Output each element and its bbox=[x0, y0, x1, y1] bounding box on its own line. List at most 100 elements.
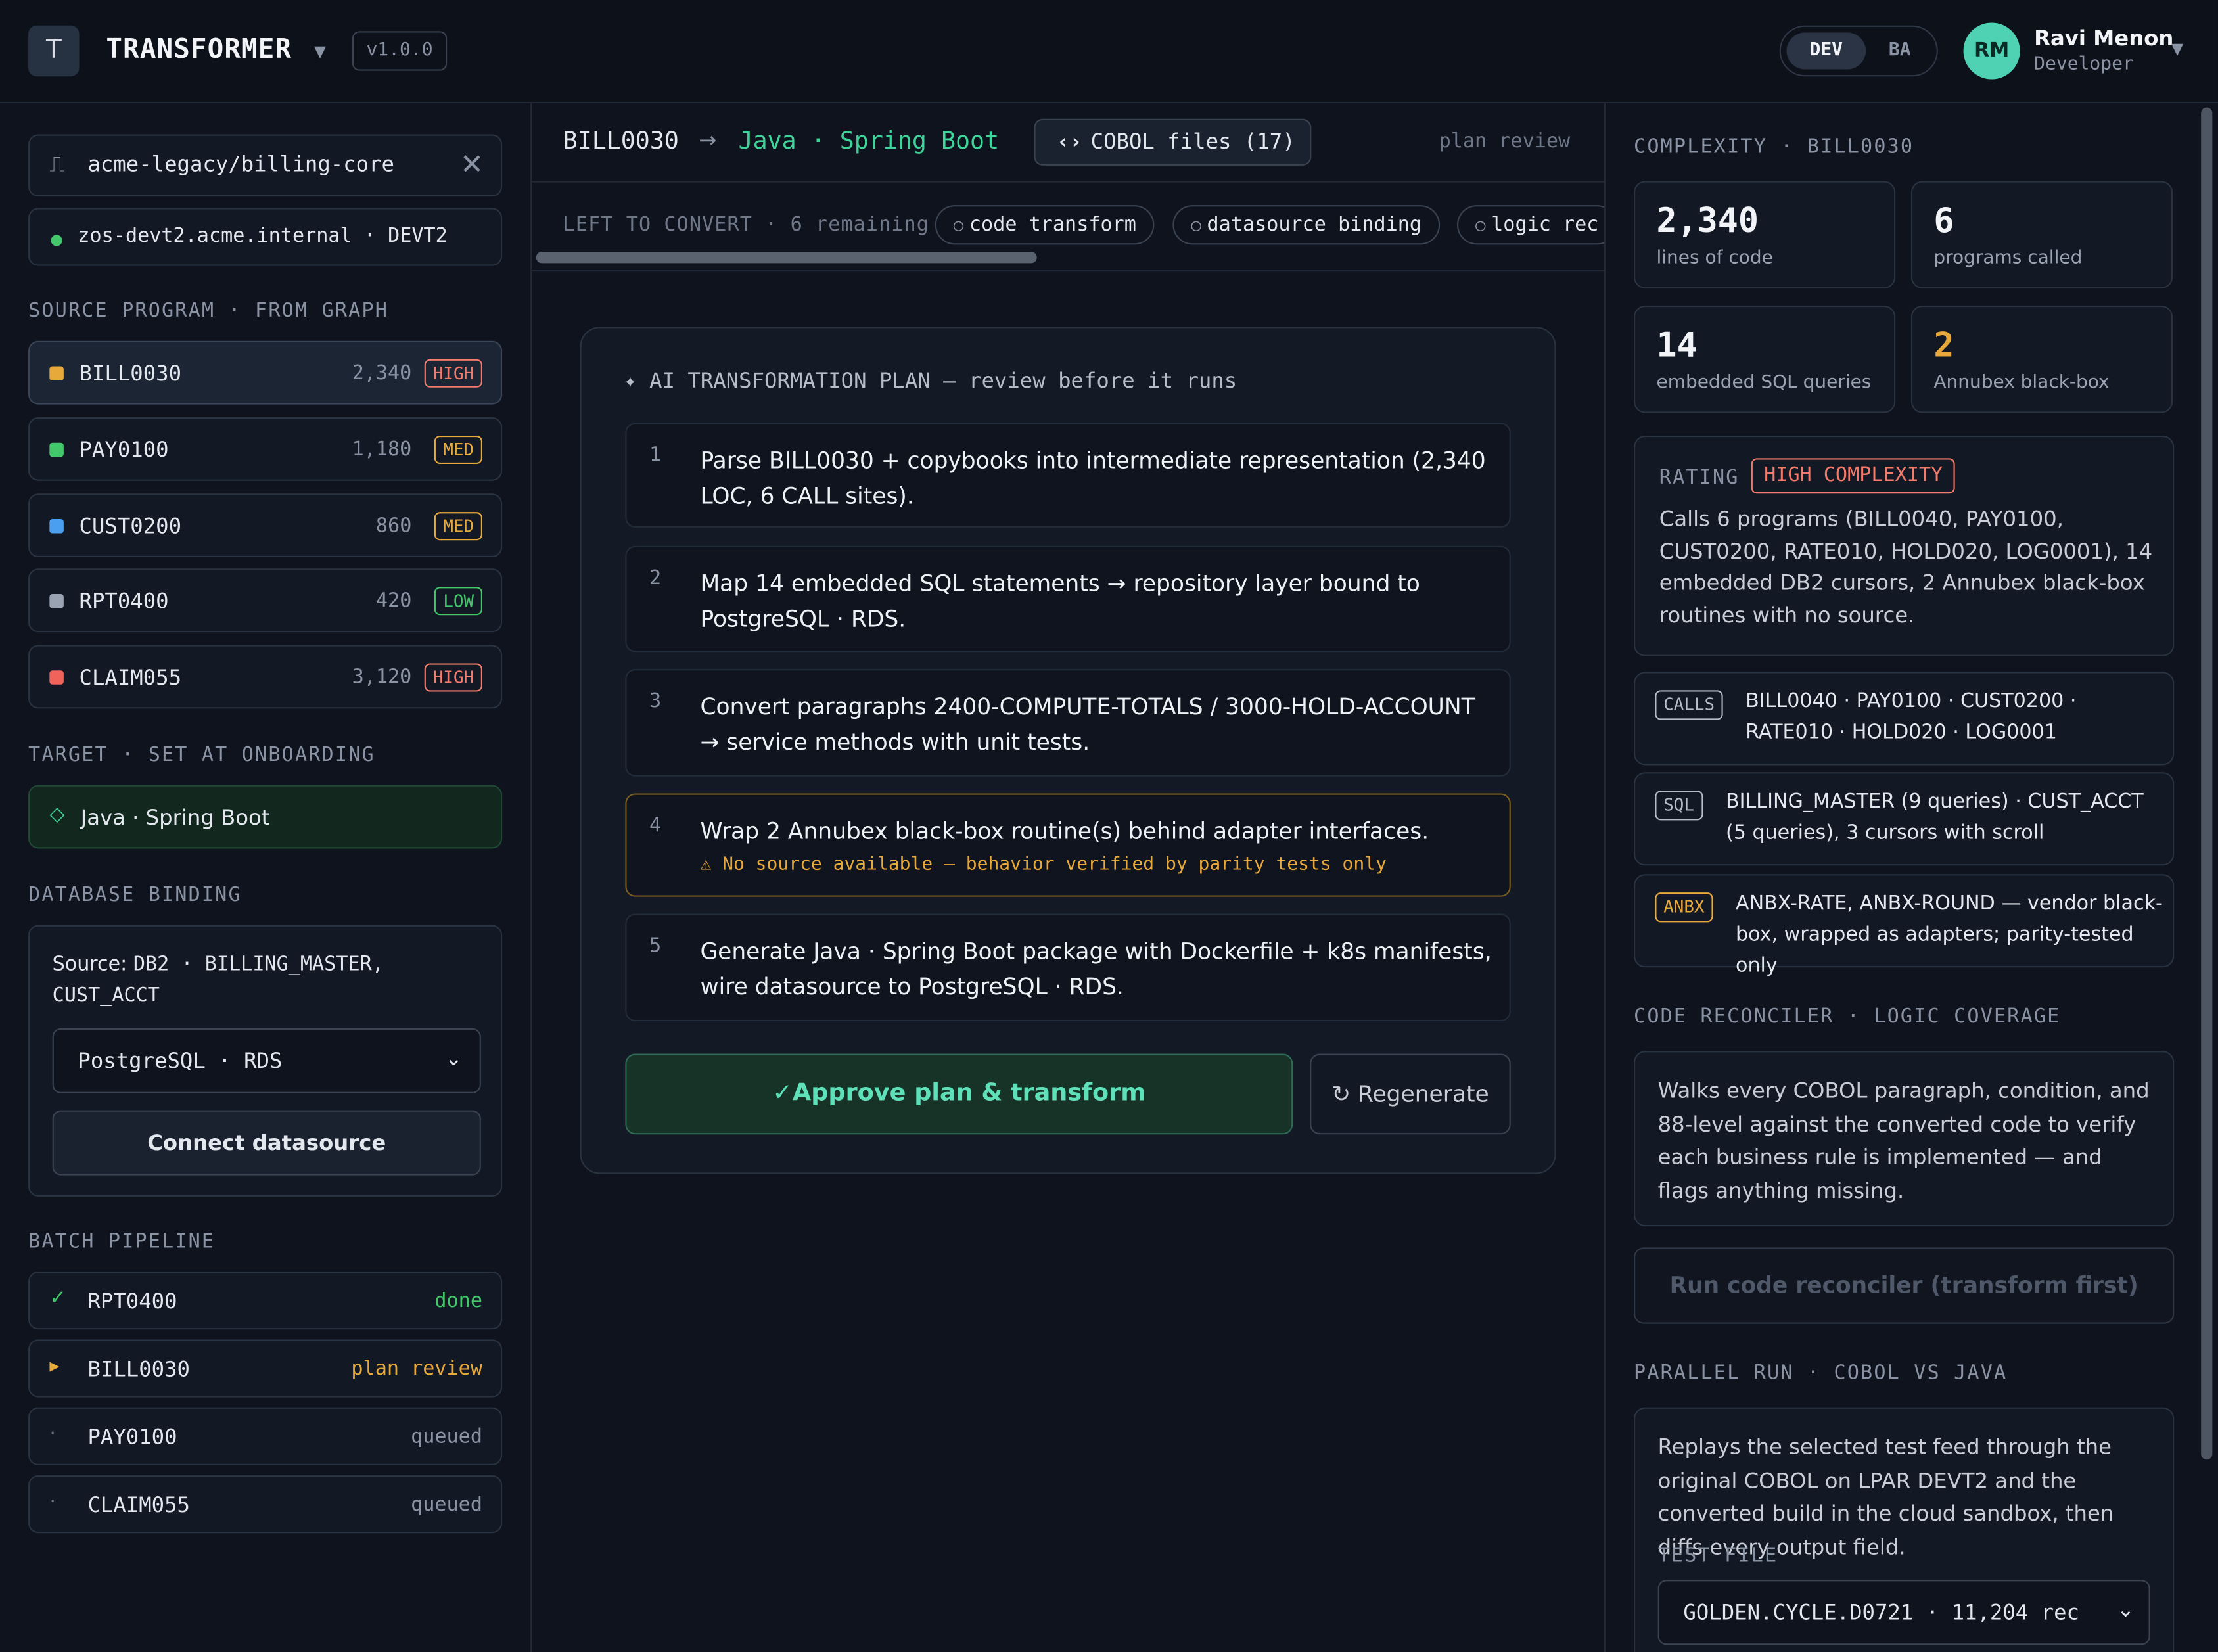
code-icon: ‹› bbox=[1056, 128, 1082, 154]
program-loc: 1,180 bbox=[352, 438, 412, 461]
dependency-text: BILLING_MASTER (9 queries) · CUST_ACCT (… bbox=[1725, 791, 2144, 844]
sparkle-icon: ✦ bbox=[624, 367, 650, 394]
host-connection: zos-devt2.acme.internal · DEVT2 bbox=[28, 208, 503, 266]
avatar[interactable]: RM bbox=[1963, 22, 2020, 80]
step-warning: ⚠ No source available — behavior verifie… bbox=[700, 854, 1387, 876]
program-header: BILL0030 → Java · Spring Boot ‹› COBOL fi… bbox=[532, 102, 1604, 183]
app-menu-caret-icon[interactable]: ▼ bbox=[314, 43, 326, 61]
circle-icon: ○ bbox=[1475, 215, 1486, 235]
target-value: Java · Spring Boot bbox=[80, 804, 270, 831]
target-label: TARGET · SET AT ONBOARDING bbox=[28, 744, 375, 767]
chip-code-transform[interactable]: ○ code transform bbox=[935, 205, 1155, 245]
repo-selector[interactable]: ⎍ acme-legacy/billing-core ✕ bbox=[28, 134, 503, 197]
program-color-swatch bbox=[49, 670, 64, 685]
reconciler-card: Walks every COBOL paragraph, condition, … bbox=[1634, 1051, 2175, 1227]
circle-icon: ○ bbox=[1191, 215, 1201, 235]
program-color-swatch bbox=[49, 518, 64, 534]
db-source: Source: DB2 · BILLING_MASTER, CUST_ACCT bbox=[53, 949, 477, 1011]
pipeline-name: BILL0030 bbox=[87, 1356, 190, 1382]
dependency-calls: CALLS BILL0040 · PAY0100 · CUST0200 · RA… bbox=[1634, 672, 2175, 766]
stat-sql-queries: 14 embedded SQL queries bbox=[1634, 305, 1896, 413]
step-number: 5 bbox=[649, 934, 662, 958]
calls-tag: CALLS bbox=[1655, 690, 1723, 720]
pipeline-status: queued bbox=[411, 1493, 482, 1517]
approve-plan-button[interactable]: ✓Approve plan & transform bbox=[625, 1053, 1293, 1135]
program-item-pay0100[interactable]: PAY0100 1,180 MED bbox=[28, 417, 503, 481]
cobol-files-label: COBOL files (17) bbox=[1090, 128, 1295, 154]
regenerate-button[interactable]: ↻ Regenerate bbox=[1310, 1053, 1511, 1135]
program-name: CUST0200 bbox=[79, 513, 182, 539]
branch-icon: ⎍ bbox=[49, 151, 64, 177]
program-item-bill0030[interactable]: BILL0030 2,340 HIGH bbox=[28, 340, 503, 405]
queued-dot-icon: · bbox=[49, 1423, 56, 1446]
repo-name: acme-legacy/billing-core bbox=[87, 151, 394, 177]
user-menu-caret-icon[interactable]: ▼ bbox=[2171, 39, 2183, 58]
complexity-badge: LOW bbox=[434, 587, 482, 616]
top-bar: T TRANSFORMER ▼ v1.0.0 DEV BA RM Ravi Me… bbox=[0, 0, 2218, 104]
test-file-value: GOLDEN.CYCLE.D0721 · 11,204 rec bbox=[1683, 1599, 2079, 1626]
stat-value: 14 bbox=[1656, 325, 1698, 365]
stat-programs-called: 6 programs called bbox=[1910, 181, 2173, 289]
horizontal-scrollbar[interactable] bbox=[536, 252, 1037, 264]
mode-ba-option[interactable]: BA bbox=[1868, 33, 1931, 70]
stat-black-box: 2 Annubex black-box bbox=[1910, 305, 2173, 413]
stat-lines-of-code: 2,340 lines of code bbox=[1634, 181, 1896, 289]
user-name[interactable]: Ravi Menon bbox=[2034, 26, 2173, 51]
complexity-badge: HIGH bbox=[424, 359, 482, 388]
complexity-label: COMPLEXITY · BILL0030 bbox=[1634, 135, 1914, 159]
pipeline-name: RPT0400 bbox=[87, 1288, 177, 1314]
stat-label: Annubex black-box bbox=[1933, 372, 2110, 394]
chip-label: logic rec bbox=[1491, 214, 1599, 237]
pipeline-status: done bbox=[434, 1290, 482, 1313]
program-item-cust0200[interactable]: CUST0200 860 MED bbox=[28, 493, 503, 558]
dependency-text: BILL0040 · PAY0100 · CUST0200 · RATE010 … bbox=[1745, 690, 2077, 745]
plan-title-text: AI TRANSFORMATION PLAN — review before i… bbox=[649, 367, 1237, 394]
plan-step: 2 Map 14 embedded SQL statements → repos… bbox=[625, 545, 1511, 653]
step-number: 3 bbox=[649, 690, 662, 713]
pipeline-status: queued bbox=[411, 1425, 482, 1449]
program-item-claim055[interactable]: CLAIM055 3,120 HIGH bbox=[28, 645, 503, 709]
pipeline-status: plan review bbox=[351, 1358, 482, 1381]
left-to-convert-label: LEFT TO CONVERT · 6 remaining bbox=[563, 214, 930, 237]
chevron-down-icon: ⌄ bbox=[2116, 1597, 2135, 1622]
pipeline-name: CLAIM055 bbox=[87, 1492, 190, 1518]
connect-datasource-button[interactable]: Connect datasource bbox=[52, 1110, 481, 1176]
close-icon[interactable]: ✕ bbox=[460, 147, 484, 181]
step-number: 2 bbox=[649, 567, 662, 590]
rating-card: RATING HIGH COMPLEXITY Calls 6 programs … bbox=[1634, 435, 2175, 656]
test-file-select[interactable]: GOLDEN.CYCLE.D0721 · 11,204 rec ⌄ bbox=[1657, 1580, 2150, 1645]
mode-toggle[interactable]: DEV BA bbox=[1779, 25, 1938, 77]
batch-pipeline-label: BATCH PIPELINE bbox=[28, 1230, 216, 1254]
chip-datasource-binding[interactable]: ○ datasource binding bbox=[1172, 205, 1441, 245]
target-database-select[interactable]: PostgreSQL · RDS ⌄ bbox=[52, 1028, 481, 1093]
database-binding-label: DATABASE BINDING bbox=[28, 884, 242, 907]
chip-logic-reconciler[interactable]: ○ logic rec bbox=[1456, 205, 1604, 245]
pipeline-item-pay0100[interactable]: · PAY0100 queued bbox=[28, 1407, 503, 1465]
remaining-steps-bar[interactable]: LEFT TO CONVERT · 6 remaining ○ code tran… bbox=[532, 183, 1604, 272]
complexity-badge: MED bbox=[434, 435, 482, 464]
sql-tag: SQL bbox=[1655, 791, 1703, 821]
app-name[interactable]: TRANSFORMER bbox=[106, 34, 292, 65]
stat-label: embedded SQL queries bbox=[1656, 372, 1872, 394]
step-number: 1 bbox=[649, 444, 662, 467]
step-text: Parse BILL0030 + copybooks into intermed… bbox=[700, 447, 1486, 509]
program-item-rpt0400[interactable]: RPT0400 420 LOW bbox=[28, 568, 503, 633]
target-language: Java · Spring Boot bbox=[738, 127, 1000, 156]
mode-dev-option[interactable]: DEV bbox=[1786, 32, 1866, 70]
complexity-badge: HIGH bbox=[424, 663, 482, 692]
run-reconciler-button[interactable]: Run code reconciler (transform first) bbox=[1634, 1247, 2175, 1324]
chevron-down-icon: ⌄ bbox=[444, 1045, 463, 1071]
step-text: Wrap 2 Annubex black-box routine(s) behi… bbox=[700, 817, 1429, 844]
check-icon: ✓ bbox=[49, 1287, 66, 1310]
pipeline-item-claim055[interactable]: · CLAIM055 queued bbox=[28, 1475, 503, 1534]
pipeline-item-rpt0400[interactable]: ✓ RPT0400 done bbox=[28, 1272, 503, 1330]
cobol-files-button[interactable]: ‹› COBOL files (17) bbox=[1034, 118, 1312, 166]
left-sidebar: ⎍ acme-legacy/billing-core ✕ zos-devt2.a… bbox=[0, 101, 532, 1652]
program-color-swatch bbox=[49, 366, 64, 381]
pipeline-item-bill0030[interactable]: ▸ BILL0030 plan review bbox=[28, 1339, 503, 1398]
program-loc: 2,340 bbox=[352, 362, 412, 385]
target-platform: ◇ Java · Spring Boot bbox=[28, 785, 503, 849]
vertical-scrollbar[interactable] bbox=[2201, 107, 2213, 1460]
dependency-text: ANBX-RATE, ANBX-ROUND — vendor black-box… bbox=[1736, 892, 2163, 978]
step-text: Convert paragraphs 2400-COMPUTE-TOTALS /… bbox=[700, 693, 1475, 755]
